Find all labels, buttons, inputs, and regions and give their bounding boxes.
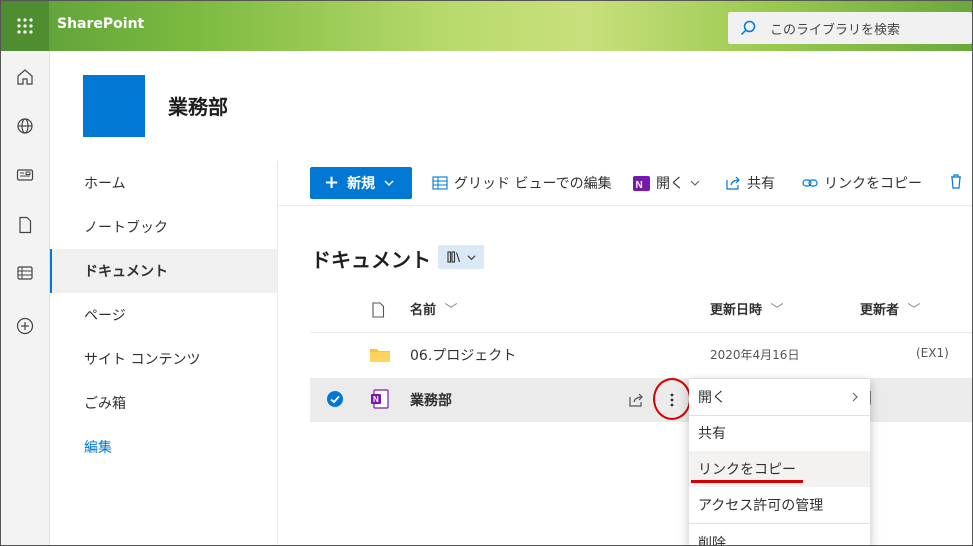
home-icon[interactable]: [15, 67, 35, 87]
library-view-icon: [446, 251, 460, 263]
app-window: SharePoint このライブラリを検索 業務部 ホーム ノートブック ドキュ…: [0, 0, 973, 546]
nav-item-documents[interactable]: ドキュメント: [50, 249, 277, 293]
grid-icon: [432, 176, 448, 190]
app-bar: [1, 51, 50, 545]
onenote-file-icon: N: [371, 389, 389, 409]
nav-item-home[interactable]: ホーム: [50, 161, 277, 205]
nav-item-recycle-bin[interactable]: ごみ箱: [50, 381, 277, 425]
plus-icon: +: [324, 172, 340, 193]
add-icon[interactable]: [15, 316, 35, 336]
chevron-down-icon: ﹀: [907, 303, 921, 318]
menu-item-manage-access[interactable]: アクセス許可の管理: [689, 487, 870, 523]
share-icon[interactable]: [628, 392, 644, 408]
link-icon: [802, 179, 818, 187]
column-header-modified[interactable]: 更新日時 ﹀: [710, 299, 784, 318]
menu-divider: [689, 523, 870, 524]
suite-header: SharePoint このライブラリを検索: [1, 1, 972, 51]
news-icon[interactable]: [15, 165, 35, 185]
chevron-right-icon: [852, 392, 858, 402]
command-bar: + 新規 グリッド ビューでの編集 N 開く 共有 リンクをコピー: [278, 161, 972, 206]
check-circle-icon[interactable]: [326, 390, 344, 408]
open-button[interactable]: N 開く: [633, 173, 700, 193]
file-type-column-icon[interactable]: [371, 302, 385, 318]
table-row[interactable]: 06.プロジェクト 2020年4月16日 (EX1): [310, 333, 972, 377]
globe-icon[interactable]: [15, 116, 35, 136]
search-placeholder: このライブラリを検索: [770, 22, 901, 38]
site-title[interactable]: 業務部: [168, 91, 228, 120]
menu-item-delete[interactable]: 削除: [689, 525, 870, 545]
grid-edit-button[interactable]: グリッド ビューでの編集: [432, 173, 612, 193]
onenote-icon: N: [633, 175, 650, 191]
delete-button[interactable]: [948, 173, 964, 189]
brand-label[interactable]: SharePoint: [57, 16, 144, 32]
app-launcher-button[interactable]: [1, 1, 49, 51]
share-button[interactable]: 共有: [725, 173, 775, 193]
site-navigation: ホーム ノートブック ドキュメント ページ サイト コンテンツ ごみ箱 編集: [50, 161, 278, 545]
row-modified: 2020年4月16日: [710, 348, 800, 362]
site-logo[interactable]: [83, 75, 145, 137]
svg-text:N: N: [636, 180, 643, 191]
chevron-down-icon: ﹀: [444, 303, 458, 318]
folder-icon: [370, 349, 390, 362]
library-title: ドキュメント: [311, 248, 431, 272]
annotation-underline: [691, 480, 803, 483]
search-icon: [740, 20, 756, 36]
column-header-name[interactable]: 名前 ﹀: [410, 299, 458, 318]
svg-text:N: N: [373, 395, 379, 404]
table-row-selected[interactable]: N 業務部 |: [310, 378, 972, 422]
file-icon[interactable]: [15, 215, 35, 235]
nav-item-site-contents[interactable]: サイト コンテンツ: [50, 337, 277, 381]
row-modified-by: (EX1): [916, 346, 949, 360]
new-button[interactable]: + 新規: [310, 167, 412, 199]
column-header-modified-by[interactable]: 更新者 ﹀: [860, 299, 921, 318]
chevron-down-icon: [690, 180, 700, 186]
nav-item-notebook[interactable]: ノートブック: [50, 205, 277, 249]
menu-item-open[interactable]: 開く: [689, 379, 870, 415]
list-icon[interactable]: [15, 263, 35, 283]
nav-item-pages[interactable]: ページ: [50, 293, 277, 337]
share-icon: [726, 176, 740, 190]
annotation-circle: [653, 378, 691, 420]
row-name[interactable]: 06.プロジェクト: [410, 345, 516, 365]
menu-item-share[interactable]: 共有: [689, 415, 870, 451]
search-box[interactable]: このライブラリを検索: [728, 12, 972, 44]
nav-edit-link[interactable]: 編集: [50, 425, 277, 469]
copy-link-button[interactable]: リンクをコピー: [802, 173, 922, 193]
chevron-down-icon: [467, 254, 475, 260]
context-menu: 開く 共有 リンクをコピー アクセス許可の管理 削除: [689, 379, 870, 545]
trash-icon: [951, 174, 961, 189]
view-switcher-button[interactable]: [438, 245, 484, 269]
chevron-down-icon: [384, 180, 394, 187]
row-name[interactable]: 業務部: [410, 390, 452, 410]
chevron-down-icon: ﹀: [770, 303, 784, 318]
waffle-icon: [17, 18, 33, 34]
